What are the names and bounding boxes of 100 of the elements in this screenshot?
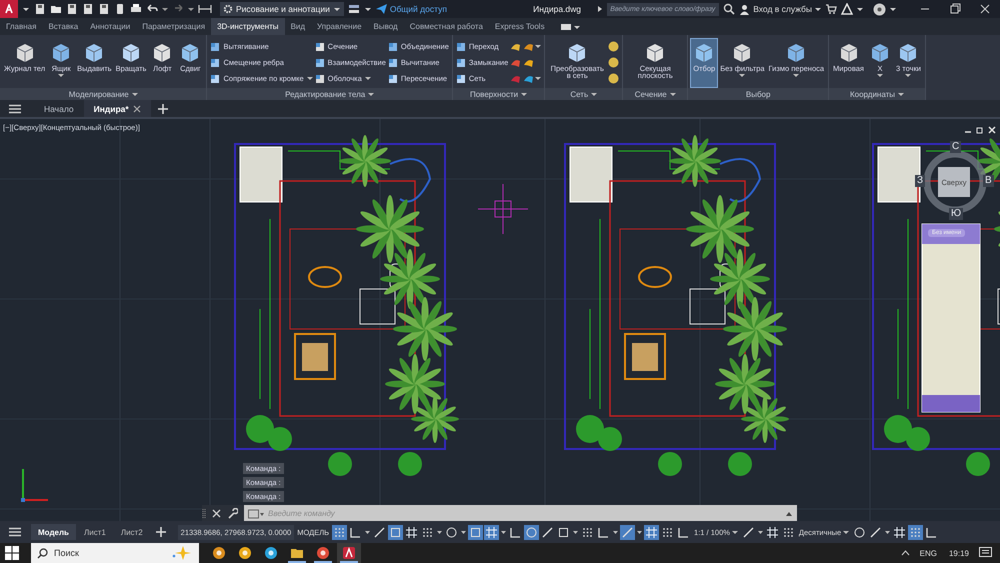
compass-label[interactable]: З (915, 175, 926, 187)
help-icon[interactable] (873, 2, 886, 16)
line-toggle-icon[interactable] (868, 524, 884, 540)
grid-toggle-icon[interactable] (892, 524, 908, 540)
ribbon-tab[interactable]: Вывод (368, 18, 404, 35)
ribbon-tab[interactable]: Вставка (42, 18, 84, 35)
taskbar-app-button[interactable] (337, 543, 361, 563)
circle-app-icon (212, 546, 226, 560)
square-toggle-icon[interactable] (468, 524, 484, 540)
share-button[interactable]: Общий доступ (376, 4, 447, 14)
gear-icon (223, 4, 233, 14)
tool-button[interactable] (608, 38, 620, 54)
surface-icon (510, 73, 522, 84)
solid-icon (456, 58, 466, 68)
layout-tab[interactable]: Лист1 (76, 524, 113, 540)
close-icon[interactable] (132, 104, 141, 112)
caret-icon[interactable] (785, 510, 793, 516)
caret-icon (670, 92, 676, 96)
caret-icon[interactable] (162, 5, 168, 13)
caret-icon[interactable] (22, 5, 30, 13)
triangle-icon[interactable] (841, 3, 853, 15)
plus-icon[interactable] (154, 526, 167, 538)
notification-icon[interactable] (979, 547, 992, 559)
tool-button[interactable] (608, 70, 620, 86)
caret-icon[interactable] (188, 5, 194, 13)
cart-icon[interactable] (825, 3, 837, 15)
panel-title[interactable]: Выбор (688, 88, 828, 100)
wrench-icon[interactable] (227, 508, 238, 519)
app-logo-icon (342, 546, 356, 560)
caret-icon[interactable] (890, 5, 896, 13)
phone-icon[interactable] (114, 3, 126, 15)
search-input[interactable]: Поиск (52, 547, 167, 559)
taskbar-search-field[interactable]: Поиск (31, 543, 199, 563)
ribbon-tab[interactable]: 3D-инструменты (211, 18, 285, 35)
app-logo-icon[interactable] (0, 0, 18, 18)
panel-title[interactable]: Поверхности (452, 88, 544, 100)
caret-icon (132, 92, 138, 96)
line-toggle-icon[interactable] (540, 524, 556, 540)
panel-title[interactable]: Сечение (623, 88, 688, 100)
file-tab[interactable]: Начало (34, 100, 84, 117)
menu-icon[interactable] (8, 527, 22, 537)
solid-icon (456, 42, 466, 52)
ribbon-tab[interactable]: Вид (284, 18, 312, 35)
measure-icon[interactable] (198, 3, 212, 15)
layout-tab[interactable]: Лист2 (114, 524, 150, 540)
polar-toggle-icon[interactable] (852, 524, 868, 540)
sphere-icon (608, 57, 620, 68)
solid-icon (210, 74, 220, 84)
ribbon-tab[interactable]: Управление (311, 18, 368, 35)
restore-icon[interactable] (976, 126, 984, 134)
compass-label[interactable]: Ю (949, 208, 964, 220)
plus-icon[interactable] (156, 102, 169, 114)
ribbon-tab[interactable]: Аннотации (84, 18, 136, 35)
panel-title[interactable]: Координаты (829, 88, 925, 100)
grid-toggle-icon[interactable] (404, 524, 420, 540)
grid-toggle-icon[interactable] (764, 524, 780, 540)
grip-icon[interactable] (202, 508, 206, 520)
sign-in-button[interactable]: Вход в службы (739, 4, 821, 14)
dots-toggle-icon[interactable] (908, 524, 924, 540)
new-file-icon[interactable] (34, 3, 46, 15)
compass-label[interactable]: В (983, 175, 994, 187)
solid-icon (388, 74, 398, 84)
dots-toggle-icon[interactable] (332, 524, 348, 540)
printer-icon[interactable] (130, 3, 142, 15)
file-tab[interactable]: Индира* (84, 100, 151, 117)
ribbon-tab[interactable]: Совместная работа (404, 18, 489, 35)
caret-icon[interactable] (364, 5, 372, 13)
line-toggle-icon[interactable] (372, 524, 388, 540)
ribbon-tab[interactable]: Главная (0, 18, 42, 35)
panel-title[interactable]: Сеть (545, 88, 622, 100)
close-icon[interactable] (212, 509, 221, 518)
caret-icon (332, 5, 341, 13)
panel-toggle-icon[interactable] (558, 22, 581, 32)
line-toggle-icon[interactable] (620, 524, 636, 540)
layout-tab[interactable]: Модель (31, 524, 76, 540)
polar-toggle-icon[interactable] (524, 524, 540, 540)
square-toggle-icon[interactable] (388, 524, 404, 540)
language-indicator[interactable]: ENG (920, 548, 937, 558)
panel-title[interactable]: Моделирование (0, 88, 206, 100)
menu-icon[interactable] (8, 104, 22, 114)
clock[interactable]: 19:19 (948, 548, 969, 558)
workspace-dropdown[interactable]: Рисование и аннотации (220, 2, 344, 16)
windows-start-icon[interactable] (5, 546, 19, 560)
panel-title[interactable]: Редактирование тела (207, 88, 452, 100)
command-field[interactable]: Введите команду (244, 505, 797, 521)
caret-icon[interactable] (857, 5, 863, 13)
ribbon-tab[interactable]: Параметризация (136, 18, 212, 35)
sphere-icon (608, 73, 620, 84)
chevron-up-icon[interactable] (900, 550, 910, 556)
search-icon[interactable] (723, 3, 736, 15)
solid-icon (314, 42, 325, 52)
layers-icon[interactable] (348, 3, 360, 15)
polar-toggle-icon[interactable] (444, 524, 460, 540)
caret-icon[interactable] (597, 5, 604, 13)
grid-toggle-icon[interactable] (644, 524, 660, 540)
folder-icon[interactable] (50, 3, 62, 15)
grid-toggle-icon[interactable] (484, 524, 500, 540)
tool-button[interactable] (608, 54, 620, 70)
ribbon-tab[interactable]: Express Tools (488, 18, 551, 35)
compass-label[interactable]: С (950, 141, 962, 153)
